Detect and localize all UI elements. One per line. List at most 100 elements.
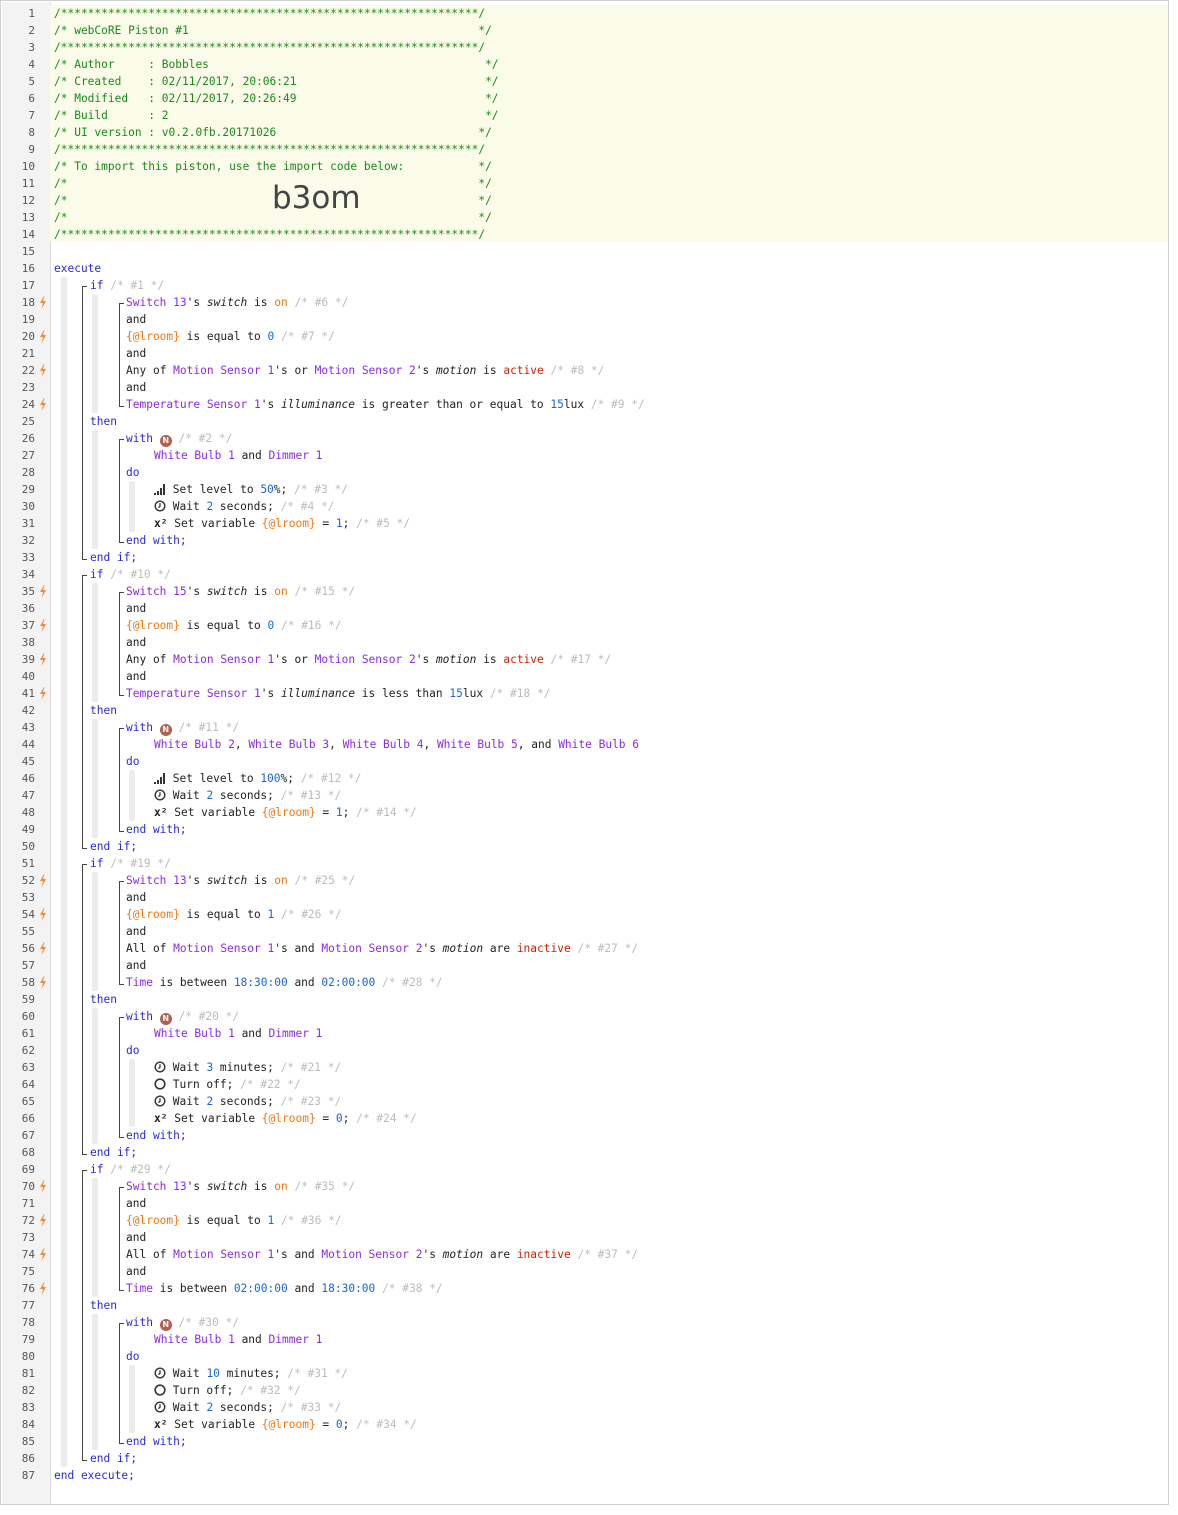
statement-comment: /* #31 */ xyxy=(287,1367,348,1380)
code-token: 's xyxy=(274,1248,295,1261)
and-keyword: and xyxy=(126,381,147,394)
line-number: 33 xyxy=(21,551,35,564)
code-text: Switch 13's switch is on /* #25 */ xyxy=(126,872,355,889)
code-line: 62 do xyxy=(1,1042,1168,1059)
code-line: 54 {@lroom} is equal to 1 /* #26 */ xyxy=(1,906,1168,923)
line-number: 59 xyxy=(21,993,35,1006)
trigger-bolt-icon xyxy=(38,1280,48,1297)
code-line: 70 Switch 13's switch is on /* #35 */ xyxy=(1,1178,1168,1195)
action-text: = xyxy=(315,1418,336,1431)
statement-comment: /* #34 */ xyxy=(356,1418,417,1431)
line-number: 51 xyxy=(21,857,35,870)
device-name: White Bulb 1 xyxy=(154,1333,235,1346)
line-number: 61 xyxy=(21,1027,35,1040)
condition-group-bracket xyxy=(119,1187,124,1291)
action-text: Wait xyxy=(172,789,207,802)
code-line: 22 Any of Motion Sensor 1's or Motion Sen… xyxy=(1,362,1168,379)
code-line: 30 Wait 2 seconds; /* #4 */ xyxy=(1,498,1168,515)
line-number: 71 xyxy=(21,1197,35,1210)
code-line: 19 and xyxy=(1,311,1168,328)
line-number: 23 xyxy=(21,381,35,394)
code-line: 35 Switch 15's switch is on /* #15 */ xyxy=(1,583,1168,600)
code-line: 5 /* Created : 02/11/2017, 20:06:21 */ xyxy=(1,73,1168,90)
line-number: 7 xyxy=(28,109,35,122)
code-line: 81 Wait 10 minutes; /* #31 */ xyxy=(1,1365,1168,1382)
if-block-bracket xyxy=(82,1170,87,1461)
code-text: All of Motion Sensor 1's and Motion Sens… xyxy=(126,940,638,957)
code-line: 58 Time is between 18:30:00 and 02:00:00 … xyxy=(1,974,1168,991)
line-number: 62 xyxy=(21,1044,35,1057)
value-number: 1 xyxy=(267,1214,275,1227)
condition-comment: /* #7 */ xyxy=(280,330,335,343)
attribute-name: switch xyxy=(206,1180,248,1193)
operator: is less than xyxy=(361,687,443,700)
code-line: 63 Wait 3 minutes; /* #21 */ xyxy=(1,1059,1168,1076)
operator: is between xyxy=(159,1282,228,1295)
time-value: 02:00:00 xyxy=(321,976,376,989)
variable-icon: x² xyxy=(154,517,168,530)
code-token: 's xyxy=(415,653,436,666)
code-line: 18 Switch 13's switch is on /* #6 */ xyxy=(1,294,1168,311)
code-line: 85 end with; xyxy=(1,1433,1168,1450)
quantifier: Any xyxy=(126,364,147,377)
code-text: Time is between 02:00:00 and 18:30:00 /*… xyxy=(126,1280,443,1297)
statement-comment: /* #3 */ xyxy=(294,483,348,496)
action-text: Set variable xyxy=(174,1112,262,1125)
code-text: /* */b3om xyxy=(54,181,492,215)
condition-comment: /* #26 */ xyxy=(280,908,342,921)
action-value: 50 xyxy=(260,483,274,496)
do-keyword: do xyxy=(126,1350,140,1363)
code-line: 40 and xyxy=(1,668,1168,685)
code-line: 20 {@lroom} is equal to 0 /* #7 */ xyxy=(1,328,1168,345)
code-line: 80 do xyxy=(1,1348,1168,1365)
value-on: on xyxy=(274,296,288,309)
do-rail xyxy=(129,1365,135,1433)
code-text: Wait 2 seconds; /* #33 */ xyxy=(154,1399,341,1416)
code-text: and xyxy=(126,668,146,685)
value-on: on xyxy=(274,874,288,887)
code-line: 53 and xyxy=(1,889,1168,906)
and-keyword: and xyxy=(126,313,147,326)
if-keyword: if xyxy=(90,568,104,581)
header-border: /***************************************… xyxy=(54,228,486,241)
action-rail xyxy=(92,1314,98,1450)
condition-rail xyxy=(92,1178,98,1297)
piston-code-viewer: 1 /**************************************… xyxy=(0,0,1169,1505)
line-number: 68 xyxy=(21,1146,35,1159)
code-text: White Bulb 1 and Dimmer 1 xyxy=(154,447,322,464)
trigger-bolt-icon xyxy=(38,1178,48,1195)
value-number: 0 xyxy=(267,619,275,632)
line-number: 60 xyxy=(21,1010,35,1023)
code-line: 60 with N /* #20 */ xyxy=(1,1008,1168,1025)
line-number: 29 xyxy=(21,483,35,496)
code-token: , xyxy=(234,738,249,751)
line-number: 19 xyxy=(21,313,35,326)
end-with-keyword: end with; xyxy=(126,823,187,836)
code-line: 59 then xyxy=(1,991,1168,1008)
line-number: 8 xyxy=(28,126,35,139)
code-token: 's xyxy=(274,364,295,377)
code-line: 49 end with; xyxy=(1,821,1168,838)
code-line: 15 xyxy=(1,243,1168,260)
action-text: Set variable xyxy=(174,517,262,530)
code-text: and xyxy=(126,379,146,396)
variable-name: {@lroom} xyxy=(126,330,180,343)
and-keyword: and xyxy=(126,959,147,972)
and-keyword: and xyxy=(126,1197,147,1210)
code-line: 76 Time is between 02:00:00 and 18:30:00 … xyxy=(1,1280,1168,1297)
code-text: Turn off; /* #22 */ xyxy=(154,1076,301,1093)
n-badge-icon: N xyxy=(159,435,172,447)
power-off-icon xyxy=(154,1384,166,1396)
condition-comment: /* #25 */ xyxy=(294,874,356,887)
device-name: Switch 13 xyxy=(126,1180,187,1193)
code-line: 13 /* */ xyxy=(1,209,1168,226)
code-text: with N /* #30 */ xyxy=(126,1314,239,1331)
signal-level-icon xyxy=(154,483,166,495)
code-text: then xyxy=(90,991,117,1008)
action-value: 1 xyxy=(335,806,343,819)
time-label: Time xyxy=(126,976,153,989)
code-text: Any of Motion Sensor 1's or Motion Senso… xyxy=(126,651,611,668)
code-text: then xyxy=(90,413,117,430)
line-number: 47 xyxy=(21,789,35,802)
operator: is equal to xyxy=(186,330,261,343)
